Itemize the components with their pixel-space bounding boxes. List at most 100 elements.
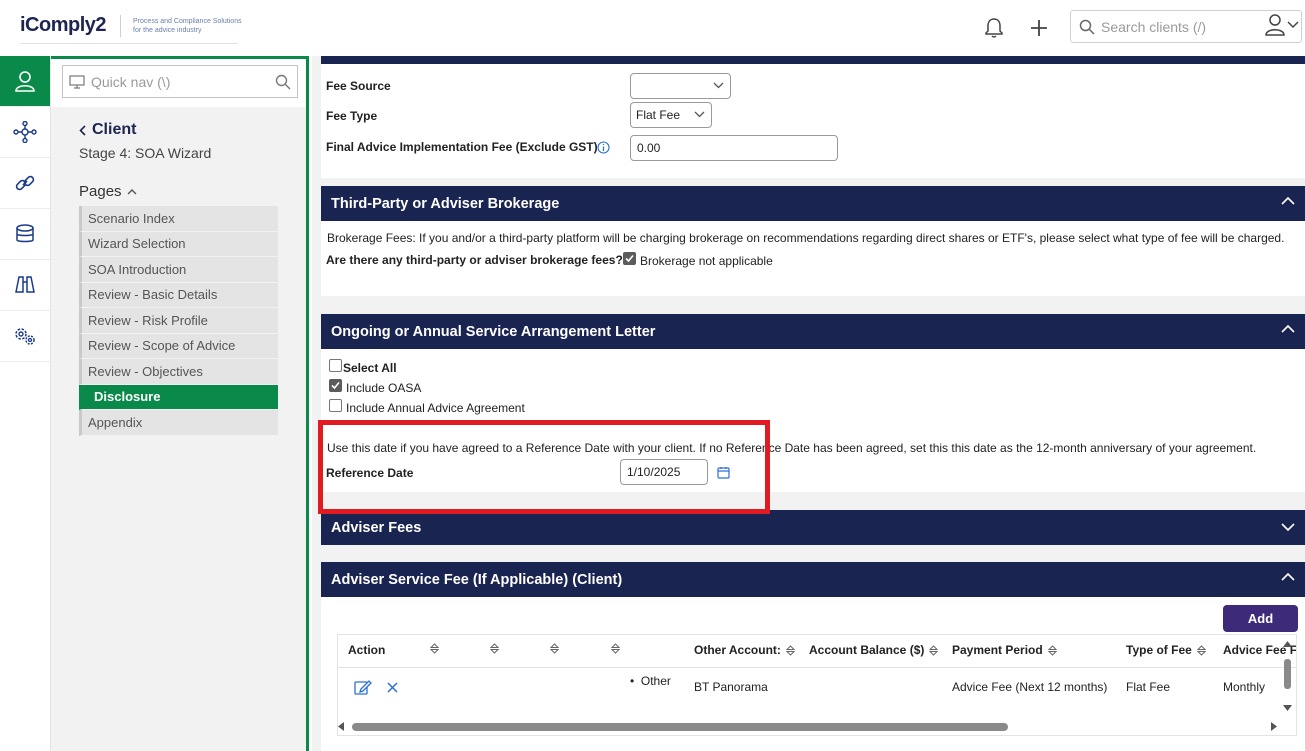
rail-network[interactable] bbox=[0, 107, 50, 158]
row-payment-period: Advice Fee (Next 12 months) bbox=[952, 680, 1108, 694]
database-icon bbox=[14, 223, 36, 245]
scroll-up-icon[interactable] bbox=[1283, 641, 1292, 648]
select-all-label: Select All bbox=[343, 361, 397, 375]
info-icon[interactable] bbox=[597, 141, 610, 154]
delete-icon[interactable] bbox=[387, 682, 398, 693]
row-advice-fee-frequency: Monthly bbox=[1223, 680, 1266, 694]
page-review-basic-details[interactable]: Review - Basic Details bbox=[79, 282, 278, 308]
chevron-down-icon bbox=[1281, 523, 1295, 532]
rail-settings[interactable] bbox=[0, 311, 50, 362]
user-icon bbox=[1265, 14, 1285, 36]
quick-nav-input[interactable] bbox=[91, 73, 261, 90]
horizontal-scrollbar[interactable] bbox=[338, 719, 1278, 733]
brokerage-card: Brokerage Fees: If you and/or a third-pa… bbox=[321, 221, 1305, 296]
page-sidebar: Client Stage 4: SOA Wizard Pages Scenari… bbox=[51, 56, 309, 751]
quick-nav[interactable] bbox=[62, 65, 298, 98]
ongoing-header[interactable]: Ongoing or Annual Service Arrangement Le… bbox=[321, 314, 1305, 349]
col-blank-4[interactable] bbox=[606, 643, 620, 654]
sort-icon bbox=[1047, 644, 1057, 656]
row-other-account: BT Panorama bbox=[694, 680, 768, 694]
bell-icon[interactable] bbox=[982, 16, 1006, 40]
horizontal-scroll-thumb[interactable] bbox=[352, 723, 1008, 731]
select-all-checkbox[interactable] bbox=[329, 359, 342, 372]
col-action: Action bbox=[348, 643, 385, 657]
chevron-up-icon bbox=[1281, 196, 1295, 205]
col-other-account[interactable]: Other Account: bbox=[694, 643, 795, 657]
chevron-down-icon bbox=[713, 82, 724, 89]
include-oasa-checkbox[interactable] bbox=[329, 379, 342, 392]
col-type-of-fee[interactable]: Type of Fee bbox=[1126, 643, 1206, 657]
page-review-objectives[interactable]: Review - Objectives bbox=[79, 359, 278, 385]
brokerage-checkbox[interactable] bbox=[623, 252, 636, 265]
plus-icon[interactable] bbox=[1027, 16, 1051, 40]
adviser-fees-header[interactable]: Adviser Fees bbox=[321, 510, 1305, 545]
rail-links[interactable] bbox=[0, 158, 50, 209]
link-icon bbox=[14, 172, 36, 194]
calendar-icon[interactable] bbox=[717, 466, 730, 479]
col-account-balance[interactable]: Account Balance ($) bbox=[809, 643, 939, 657]
tagline-line-1: Process and Compliance Solutions bbox=[133, 17, 242, 25]
reference-date-input[interactable]: 1/10/2025 bbox=[620, 459, 708, 485]
reference-date-note: Use this date if you have agreed to a Re… bbox=[327, 441, 1257, 455]
chevron-down-icon bbox=[694, 111, 705, 118]
add-button[interactable]: Add bbox=[1223, 605, 1298, 632]
back-label: Client bbox=[92, 121, 137, 138]
page-review-scope-of-advice[interactable]: Review - Scope of Advice bbox=[79, 333, 278, 359]
top-bar: iComply2 Process and Compliance Solution… bbox=[0, 0, 1305, 56]
scroll-left-icon[interactable] bbox=[338, 722, 345, 731]
col-blank-1[interactable] bbox=[425, 643, 439, 654]
pages-toggle[interactable]: Pages bbox=[79, 183, 137, 200]
col-payment-period[interactable]: Payment Period bbox=[952, 643, 1057, 657]
search-icon[interactable] bbox=[275, 74, 291, 90]
logo-tagline: Process and Compliance Solutions for the… bbox=[133, 17, 243, 35]
app-logo[interactable]: iComply2 Process and Compliance Solution… bbox=[20, 14, 243, 37]
ongoing-title: Ongoing or Annual Service Arrangement Le… bbox=[331, 323, 656, 340]
logo-text: iComply2 bbox=[20, 14, 107, 36]
brokerage-checkbox-label: Brokerage not applicable bbox=[640, 254, 773, 268]
edit-icon[interactable] bbox=[354, 679, 372, 695]
chevron-left-icon bbox=[79, 124, 86, 136]
include-annual-checkbox[interactable] bbox=[329, 399, 342, 412]
panel-header-strip bbox=[321, 56, 1305, 64]
page-soa-introduction[interactable]: SOA Introduction bbox=[79, 257, 278, 283]
icon-rail bbox=[0, 56, 51, 751]
rail-client[interactable] bbox=[0, 56, 50, 107]
brokerage-title: Third-Party or Adviser Brokerage bbox=[331, 195, 560, 212]
col-blank-2[interactable] bbox=[485, 643, 499, 654]
logo-underline bbox=[20, 43, 238, 44]
quick-nav-area bbox=[51, 59, 306, 107]
final-fee-label: Final Advice Implementation Fee (Exclude… bbox=[326, 140, 598, 154]
rail-research[interactable] bbox=[0, 260, 50, 311]
include-annual-label: Include Annual Advice Agreement bbox=[346, 401, 525, 415]
pages-list: Scenario Index Wizard Selection SOA Intr… bbox=[79, 206, 278, 436]
page-scenario-index[interactable]: Scenario Index bbox=[79, 206, 278, 232]
scroll-down-icon[interactable] bbox=[1283, 705, 1292, 712]
fee-source-select[interactable] bbox=[630, 73, 731, 99]
rail-database[interactable] bbox=[0, 209, 50, 260]
user-menu[interactable] bbox=[1265, 14, 1299, 36]
monitor-icon bbox=[69, 74, 85, 89]
page-appendix[interactable]: Appendix bbox=[79, 410, 278, 436]
page-disclosure[interactable]: Disclosure bbox=[79, 384, 278, 410]
gears-icon bbox=[13, 325, 37, 347]
final-fee-input[interactable]: 0.00 bbox=[630, 135, 838, 161]
sort-icon bbox=[611, 643, 620, 654]
vertical-scrollbar[interactable] bbox=[1282, 639, 1294, 715]
vertical-scroll-thumb[interactable] bbox=[1284, 659, 1291, 689]
pages-heading: Pages bbox=[79, 183, 122, 200]
sort-icon bbox=[550, 643, 559, 654]
ongoing-card: Select All Include OASA Include Annual A… bbox=[321, 349, 1305, 492]
brokerage-header[interactable]: Third-Party or Adviser Brokerage bbox=[321, 186, 1305, 221]
page-wizard-selection[interactable]: Wizard Selection bbox=[79, 231, 278, 257]
service-fee-header[interactable]: Adviser Service Fee (If Applicable) (Cli… bbox=[321, 562, 1305, 597]
client-search-input[interactable] bbox=[1101, 18, 1251, 35]
col-blank-3[interactable] bbox=[545, 643, 559, 654]
scroll-right-icon[interactable] bbox=[1271, 722, 1278, 731]
fee-source-label: Fee Source bbox=[326, 79, 391, 93]
search-icon bbox=[1079, 19, 1095, 35]
page-review-risk-profile[interactable]: Review - Risk Profile bbox=[79, 308, 278, 334]
back-to-client[interactable]: Client bbox=[79, 121, 136, 139]
table-header-divider bbox=[338, 667, 1296, 668]
fee-type-select[interactable]: Flat Fee bbox=[630, 102, 712, 128]
sort-icon bbox=[490, 643, 499, 654]
